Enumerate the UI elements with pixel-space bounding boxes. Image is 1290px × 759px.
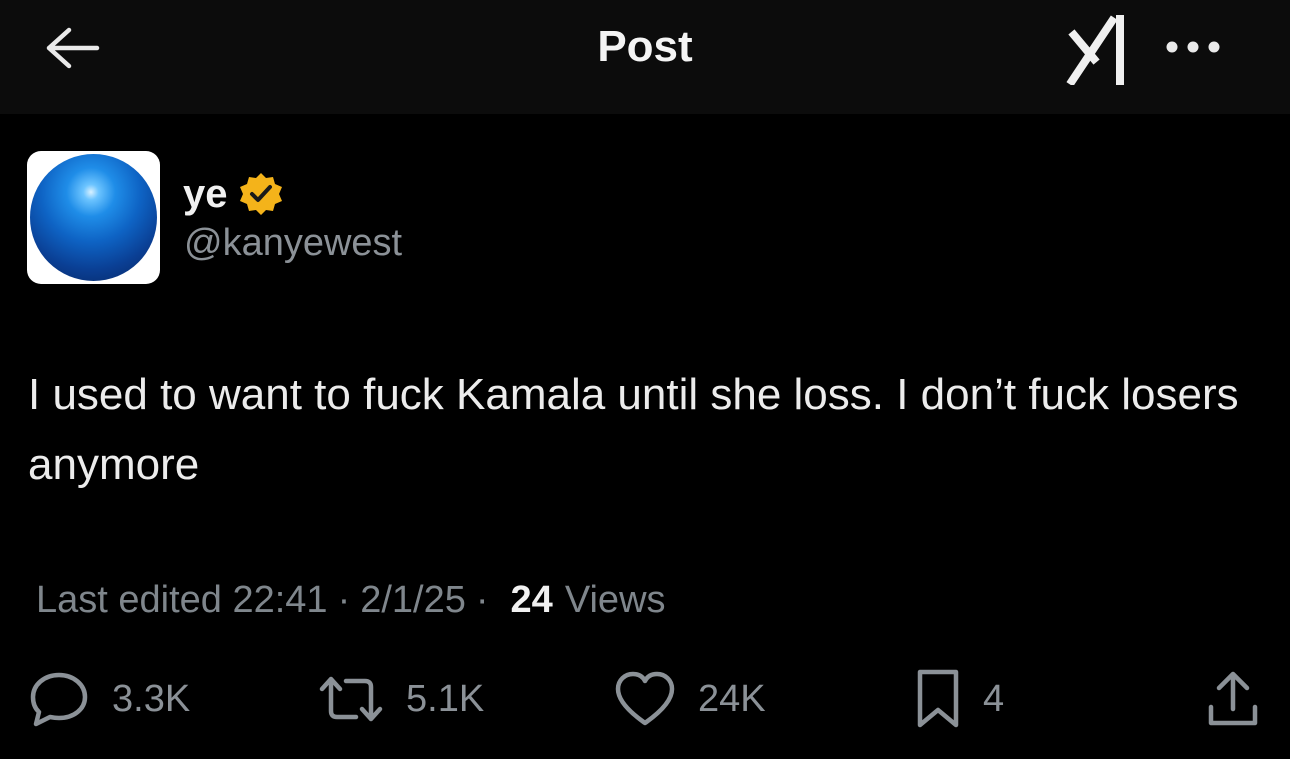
share-button[interactable] (1206, 664, 1260, 734)
top-app-bar: Post (0, 0, 1290, 114)
repost-count: 5.1K (406, 677, 485, 720)
post-text: I used to want to fuck Kamala until she … (28, 370, 1239, 489)
author-handle[interactable]: @kanyewest (184, 222, 402, 265)
last-edited-link[interactable]: Last edited 22:41 (36, 579, 328, 622)
share-icon (1206, 669, 1260, 729)
views-count: 24 (510, 578, 553, 621)
post-meta: Last edited 22:41 · 2/1/25 · 24 Views (36, 575, 666, 625)
back-button[interactable] (40, 22, 106, 78)
bookmark-button[interactable]: 4 (915, 664, 1004, 734)
repost-icon (318, 675, 384, 723)
avatar[interactable] (27, 151, 160, 284)
more-options-button[interactable] (1160, 26, 1226, 72)
display-name-text: ye (183, 171, 228, 216)
avatar-image (30, 154, 157, 281)
arrow-left-icon (45, 26, 101, 75)
reply-button[interactable]: 3.3K (28, 664, 190, 734)
repost-button[interactable]: 5.1K (318, 664, 484, 734)
reply-count: 3.3K (112, 677, 191, 720)
author-display-name[interactable]: ye (183, 168, 284, 220)
reply-icon (28, 670, 90, 728)
more-horizontal-icon (1164, 40, 1222, 59)
meta-separator: · (475, 578, 489, 621)
post-date: 2/1/25 (360, 578, 466, 621)
action-bar: 3.3K 5.1K 24K 4 (0, 664, 1290, 734)
like-button[interactable]: 24K (614, 664, 766, 734)
grok-button[interactable] (1060, 12, 1138, 90)
meta-separator: · (337, 578, 351, 621)
bookmark-icon (915, 668, 961, 730)
like-icon (614, 671, 676, 727)
like-count: 24K (698, 677, 766, 720)
bookmark-count: 4 (983, 677, 1005, 720)
verified-badge-icon (238, 171, 284, 217)
grok-icon (1066, 13, 1132, 90)
views-label: Views (564, 578, 666, 621)
